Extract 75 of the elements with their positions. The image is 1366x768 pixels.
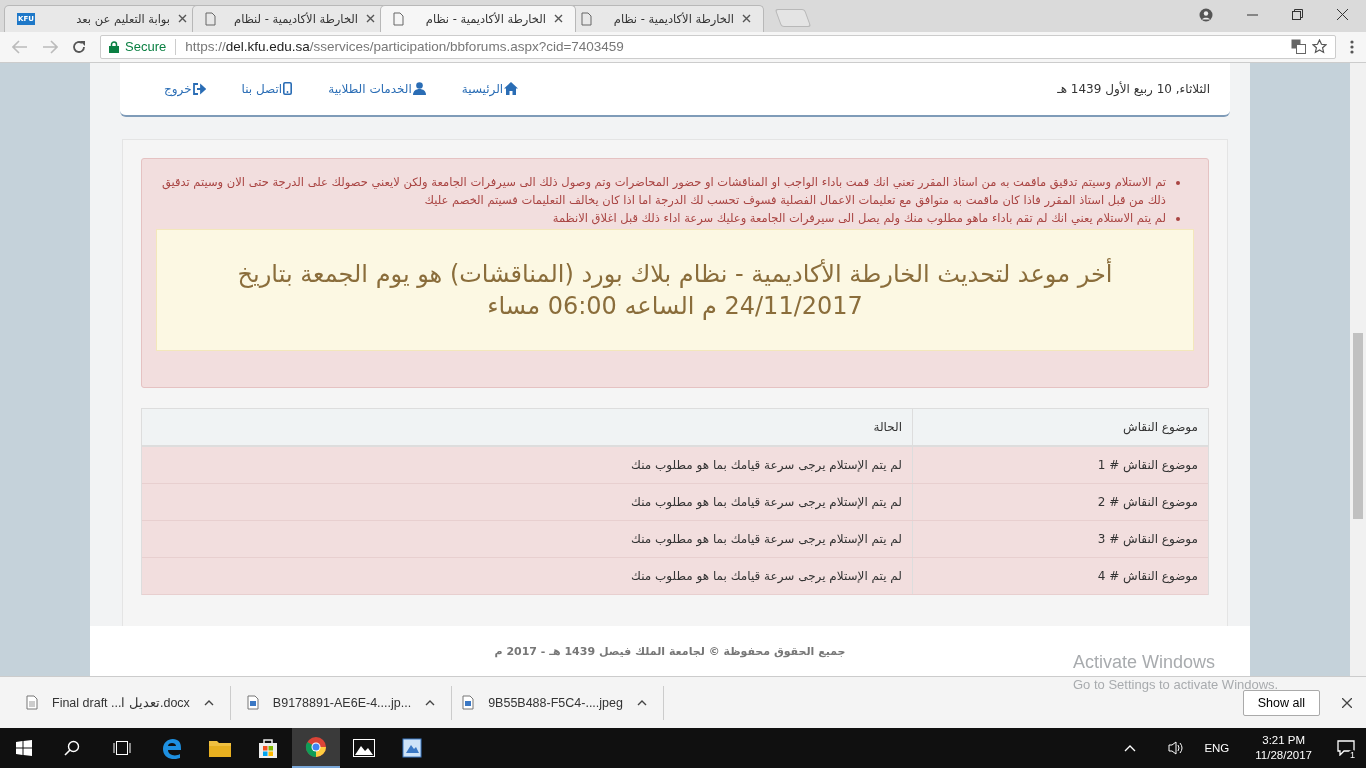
page-icon — [393, 11, 404, 26]
table-cell-text: لم يتم الإستلام يرجى سرعة قيامك بما هو مطلوب منك — [630, 493, 903, 512]
table-cell: موضوع النقاش # 3 — [912, 520, 1208, 557]
column-header: الحالة — [872, 418, 903, 436]
taskbar-app[interactable] — [292, 728, 340, 768]
star-icon[interactable] — [1312, 39, 1327, 55]
url-text: https://del.kfu.edu.sa/sservices/participation/bbforums.aspx?cid=7403459 — [185, 39, 624, 55]
address-field[interactable]: Secure https://del.kfu.edu.sa/sservices/participation/bbforums.aspx?cid=7403459 — [100, 34, 1336, 59]
profile-icon[interactable] — [1199, 7, 1213, 22]
close-icon[interactable] — [554, 14, 563, 24]
user-icon — [412, 82, 426, 96]
logout-icon — [192, 82, 206, 95]
browser-e-icon — [161, 737, 183, 759]
download-item[interactable]: Final draft ...تعديل ا.docx — [20, 685, 231, 720]
chrome-icon — [305, 736, 327, 758]
close-icon[interactable] — [178, 14, 187, 24]
table-cell: موضوع النقاش # 2 — [912, 483, 1208, 520]
image-file-icon — [462, 695, 475, 711]
restore-icon[interactable] — [1292, 9, 1303, 21]
copyright-text: جميع الحقوق محفوظة © لجامعة الملك فيصل 1439 هـ - 2017 م — [494, 644, 846, 658]
secure-label: Secure — [125, 39, 167, 55]
table-cell-text: لم يتم الإستلام يرجى سرعة قيامك بما هو مطلوب منك — [630, 456, 903, 475]
hijri-date: الثلاثاء, 10 ربيع الأول 1439 هـ — [1057, 81, 1210, 96]
scrollbar-thumb[interactable] — [1353, 332, 1363, 519]
nav-link[interactable]: اتصل بنا — [241, 81, 293, 96]
speaker-icon[interactable] — [1168, 741, 1185, 755]
table-cell-text: لم يتم الإستلام يرجى سرعة قيامك بما هو مطلوب منك — [630, 530, 903, 549]
clock[interactable]: 3:21 PM 11/28/2017 — [1255, 733, 1312, 763]
deadline-notice: أخر موعد لتحديث الخارطة الأكاديمية - نظام بلاك بورد (المناقشات) هو يوم الجمعة بتاريخ 24/11/2017 م الساعه 06:00 مساء — [156, 228, 1194, 351]
start-icon[interactable] — [16, 740, 32, 756]
mountain-picture-icon — [353, 739, 375, 757]
column-header: موضوع النقاش — [912, 408, 1208, 445]
chevron-up-icon[interactable] — [1124, 744, 1137, 752]
language-indicator[interactable]: ENG — [1204, 742, 1230, 754]
caret-icon[interactable] — [636, 699, 647, 706]
table-cell: موضوع النقاش # 1 — [912, 446, 1208, 483]
close-icon[interactable] — [1342, 697, 1352, 708]
download-item[interactable]: 9B55B488-F5C4-....jpeg — [462, 685, 664, 720]
show-all-button[interactable]: Show all — [1242, 689, 1320, 716]
bullet-icon — [1176, 180, 1180, 185]
close-icon[interactable] — [366, 14, 375, 24]
alert-text: تم الاستلام وسيتم تدقيق ماقمت به من استاذ المقرر تعني انك قمت باداء الواجب او المناقشات او حضور المحاضرات وتم وصول ذلك الى سيرفرات الجامعة ولكن لايعني حصولك على الدرجة حتى الان وسيتم تدقيق ذلك من قبل استاذ المقرر فاذا كان ماقمت به متوافق مع تعليمات الاعمال الفصلية فسوف تحسب لك الدرجة اما اذا كان يخالف التعليمات فسيتم الخصم عليك — [160, 173, 1166, 209]
browser-tab[interactable]: الخارطة الأكاديمية - نظام — [380, 4, 576, 32]
alert-text: لم يتم الاستلام يعني انك لم تقم باداء ماهو مطلوب منك ولم يصل الى سيرفرات الجامعة وعليك سرعة اداء ذلك قبل اغلاق الانظمة — [552, 209, 1166, 227]
download-item[interactable]: B9178891-AE6E-4....jp... — [240, 685, 453, 720]
lock-icon — [109, 40, 119, 53]
paint-picture-icon — [402, 738, 422, 758]
notification-button[interactable]: 1 — [1326, 728, 1366, 768]
nav-link[interactable]: الرئيسية — [461, 81, 519, 96]
nav-link[interactable]: الخدمات الطلابية — [328, 81, 426, 96]
page-icon — [205, 11, 216, 26]
close-icon[interactable] — [1337, 9, 1348, 21]
folder-icon — [209, 739, 231, 757]
home-icon — [504, 82, 519, 96]
search-icon[interactable] — [64, 740, 80, 756]
caret-icon[interactable] — [425, 699, 436, 706]
menu-icon[interactable] — [1350, 39, 1354, 54]
table-cell-text: لم يتم الإستلام يرجى سرعة قيامك بما هو مطلوب منك — [630, 567, 903, 586]
page-icon — [581, 11, 592, 26]
caret-icon[interactable] — [203, 699, 214, 706]
document-icon — [26, 695, 38, 711]
translate-icon[interactable] — [1291, 39, 1306, 55]
close-icon[interactable] — [742, 14, 751, 24]
activation-title: Activate Windows — [1073, 652, 1217, 673]
message-icon — [1337, 740, 1355, 756]
bullet-icon — [1176, 216, 1180, 221]
phone-icon — [283, 82, 293, 96]
image-file-icon — [246, 695, 259, 711]
activation-hint: Go to Settings to activate Windows. — [1073, 677, 1279, 692]
task-view-icon[interactable] — [112, 741, 132, 755]
scrollbar[interactable] — [1350, 62, 1366, 677]
shopping-bag-icon — [258, 738, 278, 758]
reload-icon[interactable] — [72, 39, 86, 54]
table-cell: موضوع النقاش # 4 — [912, 557, 1208, 594]
nav-link[interactable]: خروج — [164, 81, 206, 96]
